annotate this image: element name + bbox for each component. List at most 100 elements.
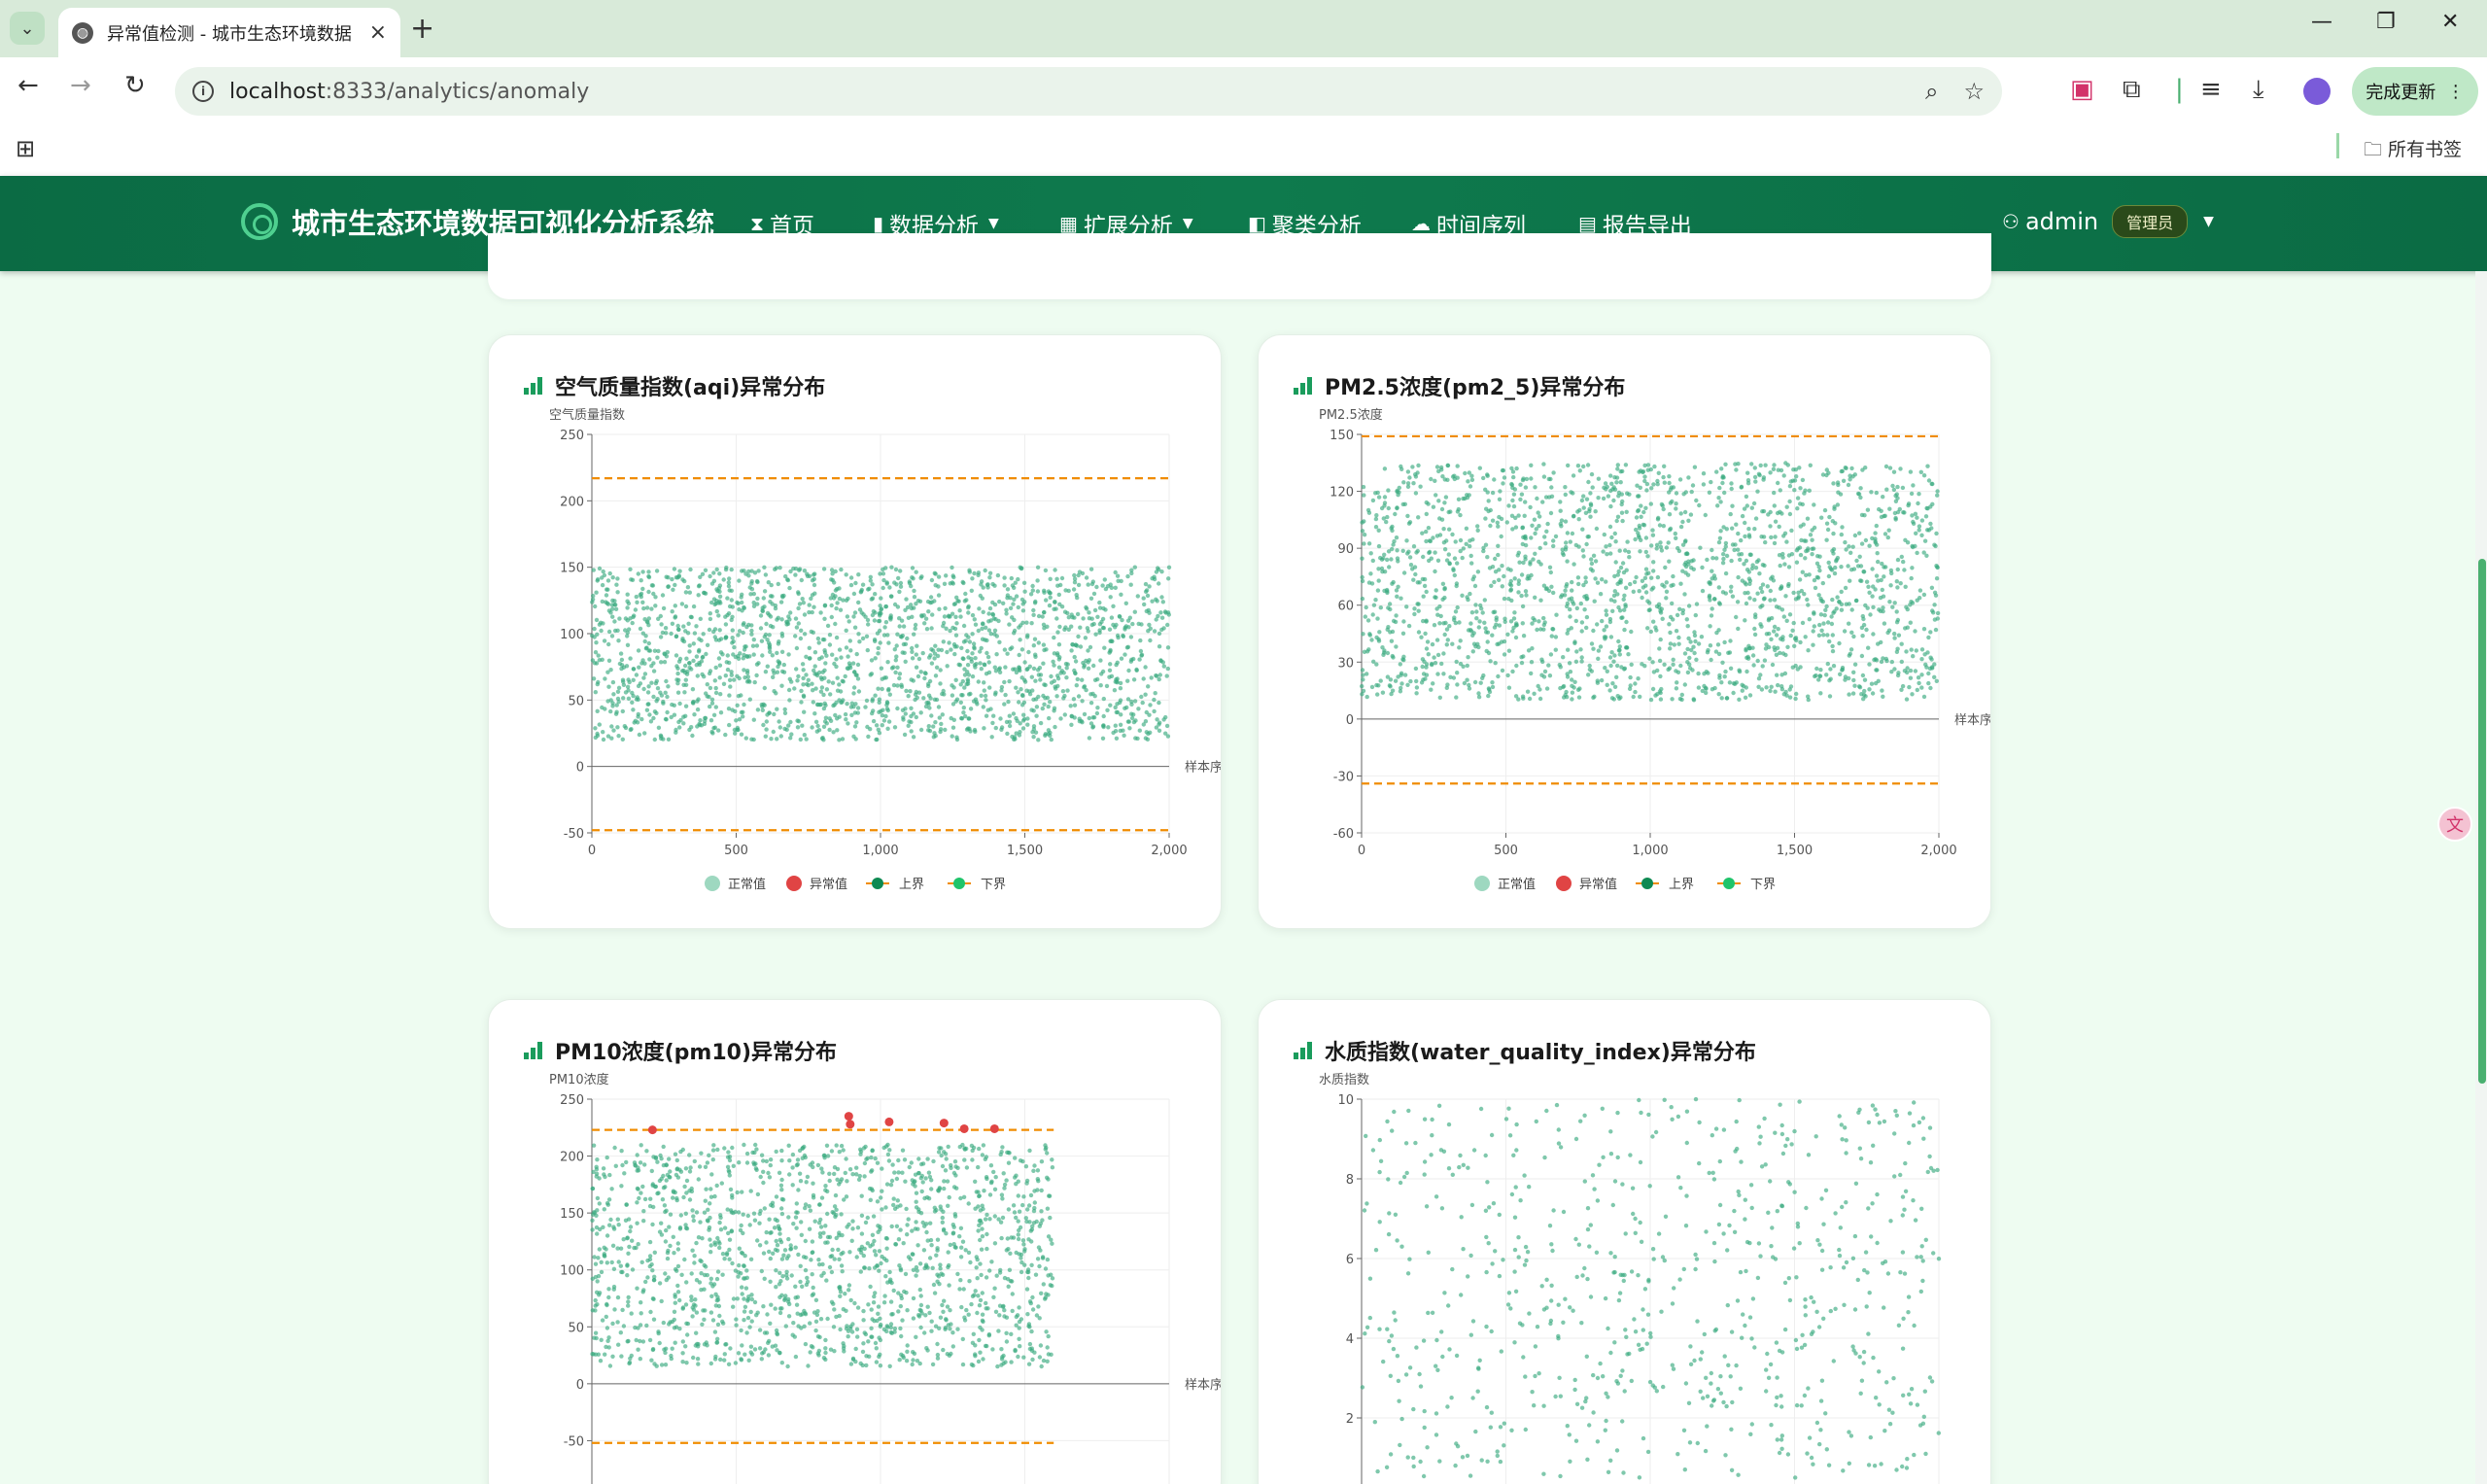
normal-point (737, 1160, 742, 1165)
update-button[interactable]: 完成更新 ⋮ (2352, 67, 2478, 116)
normal-point (1700, 565, 1705, 570)
normal-point (1867, 662, 1872, 667)
normal-point (1648, 501, 1653, 506)
forward-arrow-icon[interactable]: → (70, 71, 91, 100)
normal-point (1709, 613, 1714, 618)
minimize-icon[interactable]: — (2311, 10, 2332, 34)
normal-point (1886, 528, 1891, 533)
normal-point (600, 657, 604, 662)
normal-point (1084, 575, 1089, 580)
normal-point (1753, 612, 1758, 617)
normal-point (1073, 642, 1079, 647)
normal-point (751, 652, 756, 657)
normal-point (997, 1313, 1002, 1318)
zoom-icon[interactable]: ⌕ (1925, 78, 1938, 105)
normal-point (610, 704, 615, 708)
normal-point (1598, 644, 1604, 649)
normal-point (1513, 694, 1519, 699)
normal-point (1371, 603, 1377, 607)
normal-point (687, 590, 692, 595)
normal-point (1086, 629, 1090, 634)
normal-point (929, 1329, 934, 1333)
normal-point (743, 736, 748, 741)
address-bar[interactable]: i localhost:8333/analytics/anomaly ⌕ ☆ (175, 67, 2002, 116)
normal-point (1115, 702, 1120, 707)
download-icon[interactable]: ⤓ (2253, 75, 2264, 105)
reload-icon[interactable]: ↻ (124, 71, 146, 100)
normal-point (1803, 556, 1808, 561)
normal-point (1095, 614, 1100, 619)
back-arrow-icon[interactable]: ← (17, 71, 39, 100)
normal-point (1933, 543, 1938, 549)
normal-point (612, 603, 617, 607)
normal-point (1458, 548, 1463, 554)
normal-point (1918, 469, 1923, 474)
normal-point (1846, 482, 1851, 488)
normal-point (1612, 653, 1617, 658)
normal-point (1674, 535, 1678, 540)
normal-point (1410, 465, 1415, 469)
normal-point (1143, 665, 1148, 670)
normal-point (1699, 635, 1705, 639)
normal-point (1577, 686, 1582, 691)
normal-point (658, 690, 663, 695)
normal-point (959, 715, 964, 721)
normal-point (1593, 509, 1598, 514)
normal-point (1509, 513, 1515, 518)
normal-point (1090, 691, 1095, 697)
normal-point (717, 571, 722, 576)
normal-point (929, 713, 934, 718)
normal-point (604, 587, 609, 592)
normal-point (640, 569, 645, 574)
normal-point (1364, 672, 1369, 676)
normal-point (1044, 1292, 1049, 1296)
restore-icon[interactable]: ❐ (2376, 10, 2396, 34)
extensions-puzzle-icon[interactable]: ⧉ (2123, 75, 2141, 105)
normal-point (1394, 535, 1399, 540)
media-control-icon[interactable]: ≡ (2200, 75, 2222, 104)
translate-extension-icon[interactable]: ▣ (2070, 75, 2094, 104)
normal-point (595, 632, 600, 637)
normal-point (655, 1159, 660, 1164)
bookmark-star-icon[interactable]: ☆ (1963, 78, 1985, 105)
normal-point (1581, 464, 1586, 469)
normal-point (936, 705, 942, 709)
normal-point (1808, 533, 1813, 537)
all-bookmarks-button[interactable]: 🗀 所有书签 (2364, 135, 2462, 167)
normal-point (1529, 671, 1534, 676)
normal-point (884, 707, 890, 711)
tab-search-chevron-icon[interactable]: ⌄ (10, 12, 45, 45)
normal-point (669, 631, 674, 637)
normal-point (1066, 588, 1071, 594)
tab-close-icon[interactable]: × (369, 20, 387, 45)
normal-point (1473, 603, 1478, 607)
normal-point (1118, 686, 1123, 691)
site-info-icon[interactable]: i (192, 81, 214, 102)
normal-point (1512, 576, 1517, 581)
apps-grid-icon[interactable]: ⊞ (16, 135, 35, 162)
normal-point (911, 1316, 916, 1321)
normal-point (858, 1152, 863, 1156)
normal-point (1565, 582, 1570, 587)
normal-point (1864, 627, 1869, 633)
profile-avatar[interactable] (2303, 78, 2331, 105)
normal-point (1737, 669, 1743, 674)
normal-point (1005, 731, 1010, 737)
normal-point (1565, 604, 1570, 609)
normal-point (1434, 465, 1440, 469)
normal-point (1588, 514, 1593, 519)
new-tab-plus-icon[interactable]: + (410, 12, 434, 46)
normal-point (1718, 529, 1723, 534)
normal-point (1704, 670, 1709, 674)
normal-point (1465, 663, 1469, 669)
normal-point (1568, 606, 1572, 612)
normal-point (1883, 532, 1888, 536)
browser-tab-active[interactable]: ◍ 异常值检测 - 城市生态环境数据 × (58, 8, 400, 57)
normal-point (651, 669, 657, 673)
legend-marker (786, 876, 802, 891)
normal-point (1362, 541, 1366, 546)
normal-point (971, 1331, 976, 1336)
window-close-icon[interactable]: ✕ (2441, 10, 2459, 34)
user-menu[interactable]: ⚇ admin 管理员 ▼ (2002, 205, 2214, 238)
normal-point (775, 650, 779, 656)
